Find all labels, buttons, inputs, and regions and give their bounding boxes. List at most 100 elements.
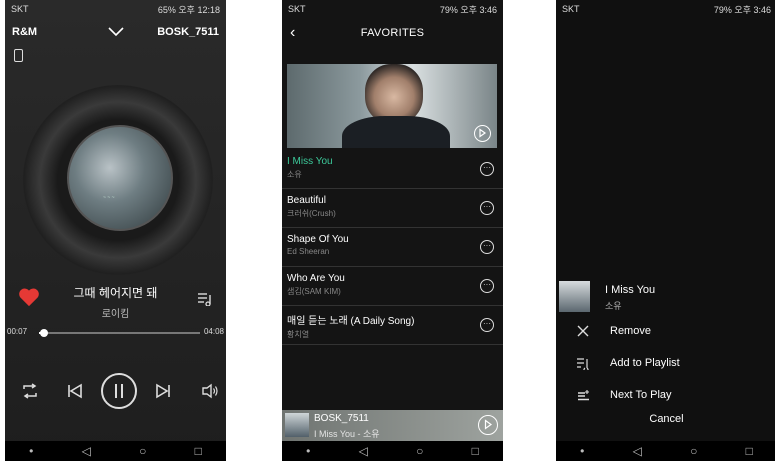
song-title: Shape Of You <box>287 234 349 245</box>
device-name[interactable]: BOSK_7511 <box>157 26 219 38</box>
status-bar: SKT 65% 오후 12:18 <box>5 0 226 18</box>
heart-icon[interactable] <box>18 287 40 307</box>
selected-song: I Miss You 소유 <box>559 281 775 313</box>
add-to-playlist-label: Add to Playlist <box>610 357 680 369</box>
album-art: ~ ~ ~ <box>67 125 173 231</box>
android-nav-bar: • ◁ ○ □ <box>5 441 226 461</box>
song-list: I Miss You 소유 ··· Beautiful 크러쉬(Crush) ·… <box>282 150 503 345</box>
pause-button[interactable] <box>101 373 137 409</box>
page-title: FAVORITES <box>360 27 425 39</box>
remove-label: Remove <box>610 325 651 337</box>
next-to-play-button[interactable]: Next To Play <box>556 380 775 410</box>
status-right: 65% 오후 12:18 <box>157 4 220 15</box>
nav-back-icon[interactable]: ◁ <box>359 444 368 458</box>
cancel-button[interactable]: Cancel <box>556 413 775 425</box>
add-to-playlist-icon <box>556 357 610 370</box>
phone-device-icon[interactable] <box>14 49 23 62</box>
elapsed-time: 00:07 <box>7 327 28 336</box>
favorites-header: ‹ FAVORITES <box>282 18 503 48</box>
nav-recents-icon[interactable]: □ <box>746 444 753 458</box>
repeat-icon[interactable] <box>21 383 39 399</box>
progress-knob[interactable] <box>39 329 48 337</box>
android-nav-bar: • ◁ ○ □ <box>556 441 775 461</box>
album-art-text: ~ ~ ~ <box>103 195 115 201</box>
nav-back-icon[interactable]: ◁ <box>82 444 91 458</box>
song-artist: 소유 <box>605 301 622 311</box>
nav-dot-icon[interactable]: • <box>29 444 33 458</box>
more-options-icon[interactable]: ··· <box>480 162 494 176</box>
carrier-label: SKT <box>288 4 306 14</box>
mini-play-button[interactable] <box>478 415 498 435</box>
mini-player-device: BOSK_7511 <box>314 413 369 424</box>
status-right: 79% 오후 3:46 <box>439 4 497 15</box>
list-item[interactable]: I Miss You 소유 ··· <box>282 150 503 189</box>
close-icon <box>556 325 610 337</box>
status-right: 79% 오후 3:46 <box>713 4 771 15</box>
carrier-label: SKT <box>11 4 29 14</box>
favorites-screen: SKT 79% 오후 3:46 ‹ FAVORITES I Miss You 소… <box>282 0 503 461</box>
mini-player[interactable]: BOSK_7511 I Miss You - 소유 <box>282 410 503 441</box>
song-title: Who Are You <box>287 273 345 284</box>
nav-dot-icon[interactable]: • <box>580 444 584 458</box>
song-title: 그때 헤어지면 돼 <box>73 286 158 300</box>
total-duration: 04:08 <box>203 327 224 336</box>
list-item[interactable]: Who Are You 샘김(SAM KIM) ··· <box>282 267 503 306</box>
song-info: 그때 헤어지면 돼 로이킴 <box>55 284 176 320</box>
play-all-button[interactable] <box>474 125 491 142</box>
more-options-icon[interactable]: ··· <box>480 201 494 215</box>
more-options-icon[interactable]: ··· <box>480 240 494 254</box>
nav-home-icon[interactable]: ○ <box>139 444 146 458</box>
carrier-label: SKT <box>562 4 580 14</box>
song-options-screen: SKT 79% 오후 3:46 I Miss You 소유 Remove Add… <box>556 0 775 461</box>
vinyl-disc: ~ ~ ~ <box>23 85 213 275</box>
next-to-play-label: Next To Play <box>610 389 672 401</box>
song-title: 매일 듣는 노래 (A Daily Song) <box>287 316 415 327</box>
player-header: R&M BOSK_7511 <box>12 22 219 42</box>
status-bar: SKT 79% 오후 3:46 <box>556 0 775 18</box>
volume-icon[interactable] <box>201 383 219 399</box>
more-options-icon[interactable]: ··· <box>480 318 494 332</box>
playlist-banner-image <box>287 64 497 148</box>
banner-person-head <box>365 64 423 124</box>
pause-icon <box>115 384 123 398</box>
next-to-play-icon <box>556 389 610 401</box>
song-title: I Miss You <box>605 284 656 296</box>
nav-home-icon[interactable]: ○ <box>416 444 423 458</box>
play-icon <box>479 128 487 138</box>
nav-recents-icon[interactable]: □ <box>195 444 202 458</box>
now-playing-screen: SKT 65% 오후 12:18 R&M BOSK_7511 ~ ~ ~ 그때 … <box>5 0 226 461</box>
progress-bar[interactable]: 00:07 04:08 <box>5 327 226 339</box>
playback-controls <box>5 373 226 409</box>
list-item[interactable]: 매일 듣는 노래 (A Daily Song) 황치열 ··· <box>282 306 503 345</box>
android-nav-bar: • ◁ ○ □ <box>282 441 503 461</box>
remove-button[interactable]: Remove <box>556 316 775 346</box>
song-artist: 로이킴 <box>101 309 130 320</box>
song-artist: 크러쉬(Crush) <box>287 209 336 218</box>
song-title: I Miss You <box>287 156 333 167</box>
play-icon <box>484 419 493 430</box>
playlist-icon[interactable] <box>197 292 213 306</box>
progress-track[interactable] <box>39 329 200 337</box>
next-icon[interactable] <box>155 383 171 399</box>
song-artist: Ed Sheeran <box>287 247 330 256</box>
song-thumbnail <box>559 281 590 312</box>
song-artist: 황치열 <box>287 330 310 339</box>
nav-recents-icon[interactable]: □ <box>472 444 479 458</box>
list-item[interactable]: Shape Of You Ed Sheeran ··· <box>282 228 503 267</box>
collapse-chevron-icon[interactable] <box>107 24 124 40</box>
nav-dot-icon[interactable]: • <box>306 444 310 458</box>
nav-home-icon[interactable]: ○ <box>690 444 697 458</box>
previous-icon[interactable] <box>67 383 83 399</box>
banner-person-coat <box>342 116 450 148</box>
back-arrow-icon[interactable]: ‹ <box>290 24 295 42</box>
song-title: Beautiful <box>287 195 326 206</box>
nav-back-icon[interactable]: ◁ <box>633 444 642 458</box>
add-to-playlist-button[interactable]: Add to Playlist <box>556 348 775 378</box>
status-bar: SKT 79% 오후 3:46 <box>282 0 503 18</box>
song-artist: 소유 <box>287 170 302 179</box>
mini-player-thumbnail <box>285 413 309 437</box>
rm-label: R&M <box>12 26 38 38</box>
list-item[interactable]: Beautiful 크러쉬(Crush) ··· <box>282 189 503 228</box>
more-options-icon[interactable]: ··· <box>480 279 494 293</box>
song-artist: 샘김(SAM KIM) <box>287 287 341 296</box>
